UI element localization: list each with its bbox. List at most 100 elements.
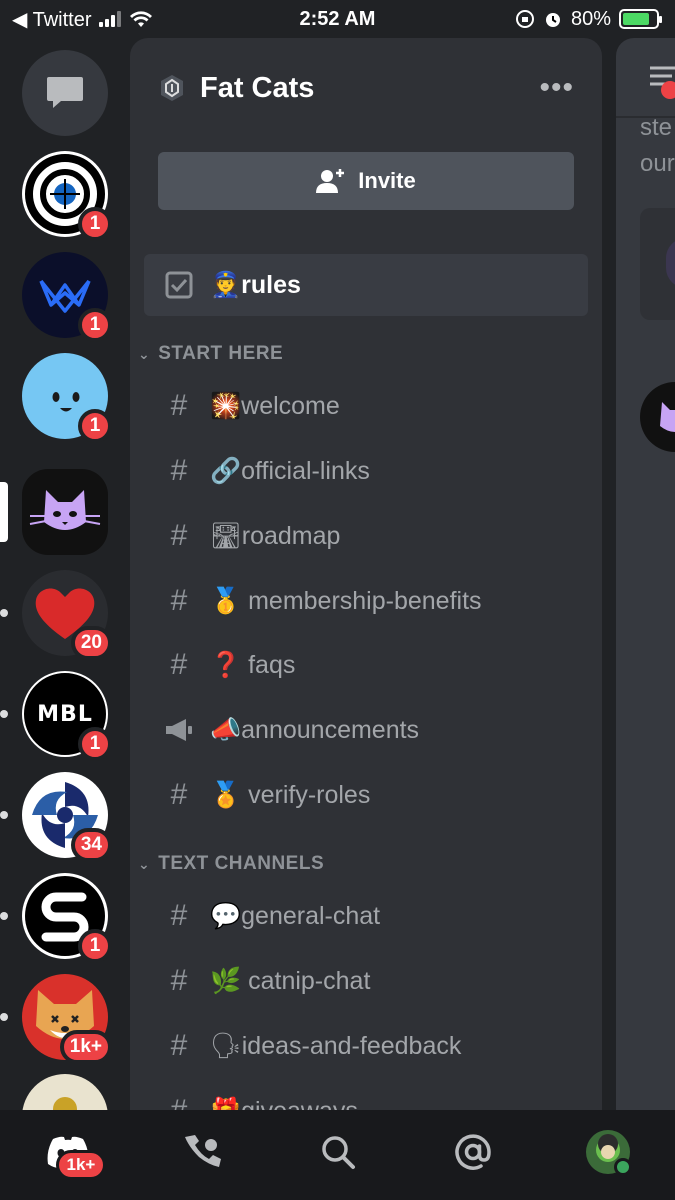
nav-profile[interactable]: [578, 1122, 638, 1182]
server-fat-cats[interactable]: [0, 469, 108, 555]
channel-general-chat[interactable]: # 💬general-chat: [144, 885, 588, 947]
battery-icon: [619, 9, 662, 29]
nav-friends[interactable]: [173, 1122, 233, 1182]
peek-embed: [640, 208, 675, 320]
verified-guild-icon: [161, 75, 183, 101]
direct-messages-button[interactable]: [22, 50, 108, 136]
active-server-indicator: [0, 482, 8, 542]
channel-welcome[interactable]: # 🎇welcome: [144, 375, 588, 437]
cat-face-icon: [29, 490, 101, 530]
server-unread-badge: 1: [78, 929, 112, 963]
channel-name: ideas-and-feedback: [241, 1031, 462, 1060]
chevron-down-icon: ⌄: [138, 345, 151, 362]
hash-icon: #: [162, 1094, 196, 1110]
hash-icon: #: [170, 778, 188, 811]
server-heart[interactable]: 20: [0, 570, 112, 660]
server-unread-badge: 1: [78, 409, 112, 443]
server-s-logo[interactable]: 1: [0, 873, 112, 963]
server-gold[interactable]: [22, 1074, 108, 1110]
channel-catnip-chat[interactable]: # 🌿 catnip-chat: [144, 950, 588, 1012]
rules-channel-icon: [162, 271, 196, 299]
server-crown[interactable]: 1: [22, 252, 112, 342]
nav-mentions[interactable]: [443, 1122, 503, 1182]
channel-roadmap[interactable]: # 🛣roadmap: [144, 505, 588, 567]
server-unread-badge: 1: [78, 727, 112, 761]
peek-text-line: ste: [640, 114, 673, 141]
server-unread-badge: 1: [78, 308, 112, 342]
orientation-lock-icon: [515, 10, 534, 28]
invite-button[interactable]: Invite: [158, 152, 574, 210]
channel-emoji: 🔗: [210, 456, 242, 485]
chevron-down-icon: ⌄: [138, 855, 151, 872]
guild-name: Fat Cats: [200, 71, 315, 104]
category-title: START HERE: [158, 343, 284, 364]
hash-icon: #: [170, 964, 188, 997]
guild-header[interactable]: Fat Cats •••: [130, 38, 602, 138]
channel-emoji: 🗣: [210, 1031, 242, 1060]
server-mbl[interactable]: MBL 1: [0, 671, 112, 761]
category-start-here[interactable]: ⌄ START HERE: [138, 343, 283, 365]
hash-icon: #: [170, 519, 188, 552]
server-unread-badge: 20: [70, 626, 112, 660]
channel-membership-benefits[interactable]: # 🥇 membership-benefits: [144, 570, 588, 632]
nav-home[interactable]: 1k+: [38, 1122, 107, 1182]
hash-icon: #: [170, 389, 188, 422]
hash-icon: #: [170, 584, 188, 617]
channel-emoji: 🥇: [210, 586, 242, 615]
category-title: TEXT CHANNELS: [158, 853, 325, 874]
crown-logo-icon: [39, 279, 91, 313]
status-bar: ◀ Twitter 2:52 AM 80%: [0, 0, 675, 38]
server-shiba[interactable]: 1k+: [0, 974, 112, 1064]
channel-announcements[interactable]: 📣announcements: [144, 699, 588, 761]
channel-name: membership-benefits: [248, 586, 482, 615]
search-icon: [321, 1136, 355, 1169]
channel-emoji: 🏅: [210, 780, 242, 809]
channel-name: faqs: [248, 650, 296, 679]
server-rail[interactable]: 1 1 1 20 MBL 1 34 1 1k+: [0, 38, 128, 1110]
megaphone-icon: [162, 717, 196, 743]
category-text-channels[interactable]: ⌄ TEXT CHANNELS: [138, 853, 324, 875]
channel-name: giveaways: [241, 1097, 358, 1111]
channel-name: rules: [241, 270, 301, 299]
channel-emoji: 📣: [210, 715, 242, 744]
server-unread-badge: 1: [78, 207, 112, 241]
signal-icon: [99, 11, 122, 27]
channel-name: verify-roles: [248, 780, 371, 809]
chat-bubble-icon: [47, 77, 83, 108]
chat-peek-panel[interactable]: ste our: [616, 38, 675, 1110]
server-smile[interactable]: 1: [22, 353, 112, 443]
channel-faqs[interactable]: # ❓ faqs: [144, 634, 588, 696]
channel-name: general-chat: [241, 901, 381, 930]
server-swirl[interactable]: 34: [0, 772, 112, 862]
hash-icon: #: [170, 1029, 188, 1062]
home-unread-badge: 1k+: [55, 1150, 107, 1180]
channel-panel: Fat Cats ••• Invite 👮rules ⌄ START HERE …: [130, 38, 602, 1110]
hash-icon: #: [170, 899, 188, 932]
mbl-logo: MBL: [37, 701, 93, 727]
channel-verify-roles[interactable]: # 🏅 verify-roles: [144, 764, 588, 826]
channel-name: official-links: [241, 456, 370, 485]
hash-icon: #: [170, 454, 188, 487]
channel-name: catnip-chat: [248, 966, 371, 995]
nav-search[interactable]: [308, 1122, 368, 1182]
friends-icon: [184, 1135, 221, 1167]
server-unread-badge: 34: [70, 828, 112, 862]
channel-name: roadmap: [241, 521, 341, 550]
channel-name: welcome: [241, 391, 340, 420]
threads-icon: [650, 66, 675, 99]
server-unread-badge: 1k+: [59, 1030, 112, 1064]
online-status-icon: [613, 1158, 632, 1176]
back-to-app-link[interactable]: ◀ Twitter: [12, 7, 91, 32]
hash-icon: #: [170, 648, 188, 681]
channel-rules[interactable]: 👮rules: [144, 254, 588, 316]
peek-avatar: [640, 382, 675, 452]
channel-emoji: ❓: [210, 650, 242, 679]
channel-emoji: 🎇: [210, 391, 242, 420]
more-options-icon[interactable]: •••: [539, 71, 574, 105]
channel-emoji: 👮: [210, 270, 242, 299]
server-target[interactable]: 1: [22, 151, 112, 241]
channel-official-links[interactable]: # 🔗official-links: [144, 440, 588, 502]
battery-percent: 80%: [570, 7, 611, 30]
channel-giveaways[interactable]: # 🎁giveaways: [144, 1080, 588, 1110]
channel-ideas-and-feedback[interactable]: # 🗣ideas-and-feedback: [144, 1015, 588, 1077]
